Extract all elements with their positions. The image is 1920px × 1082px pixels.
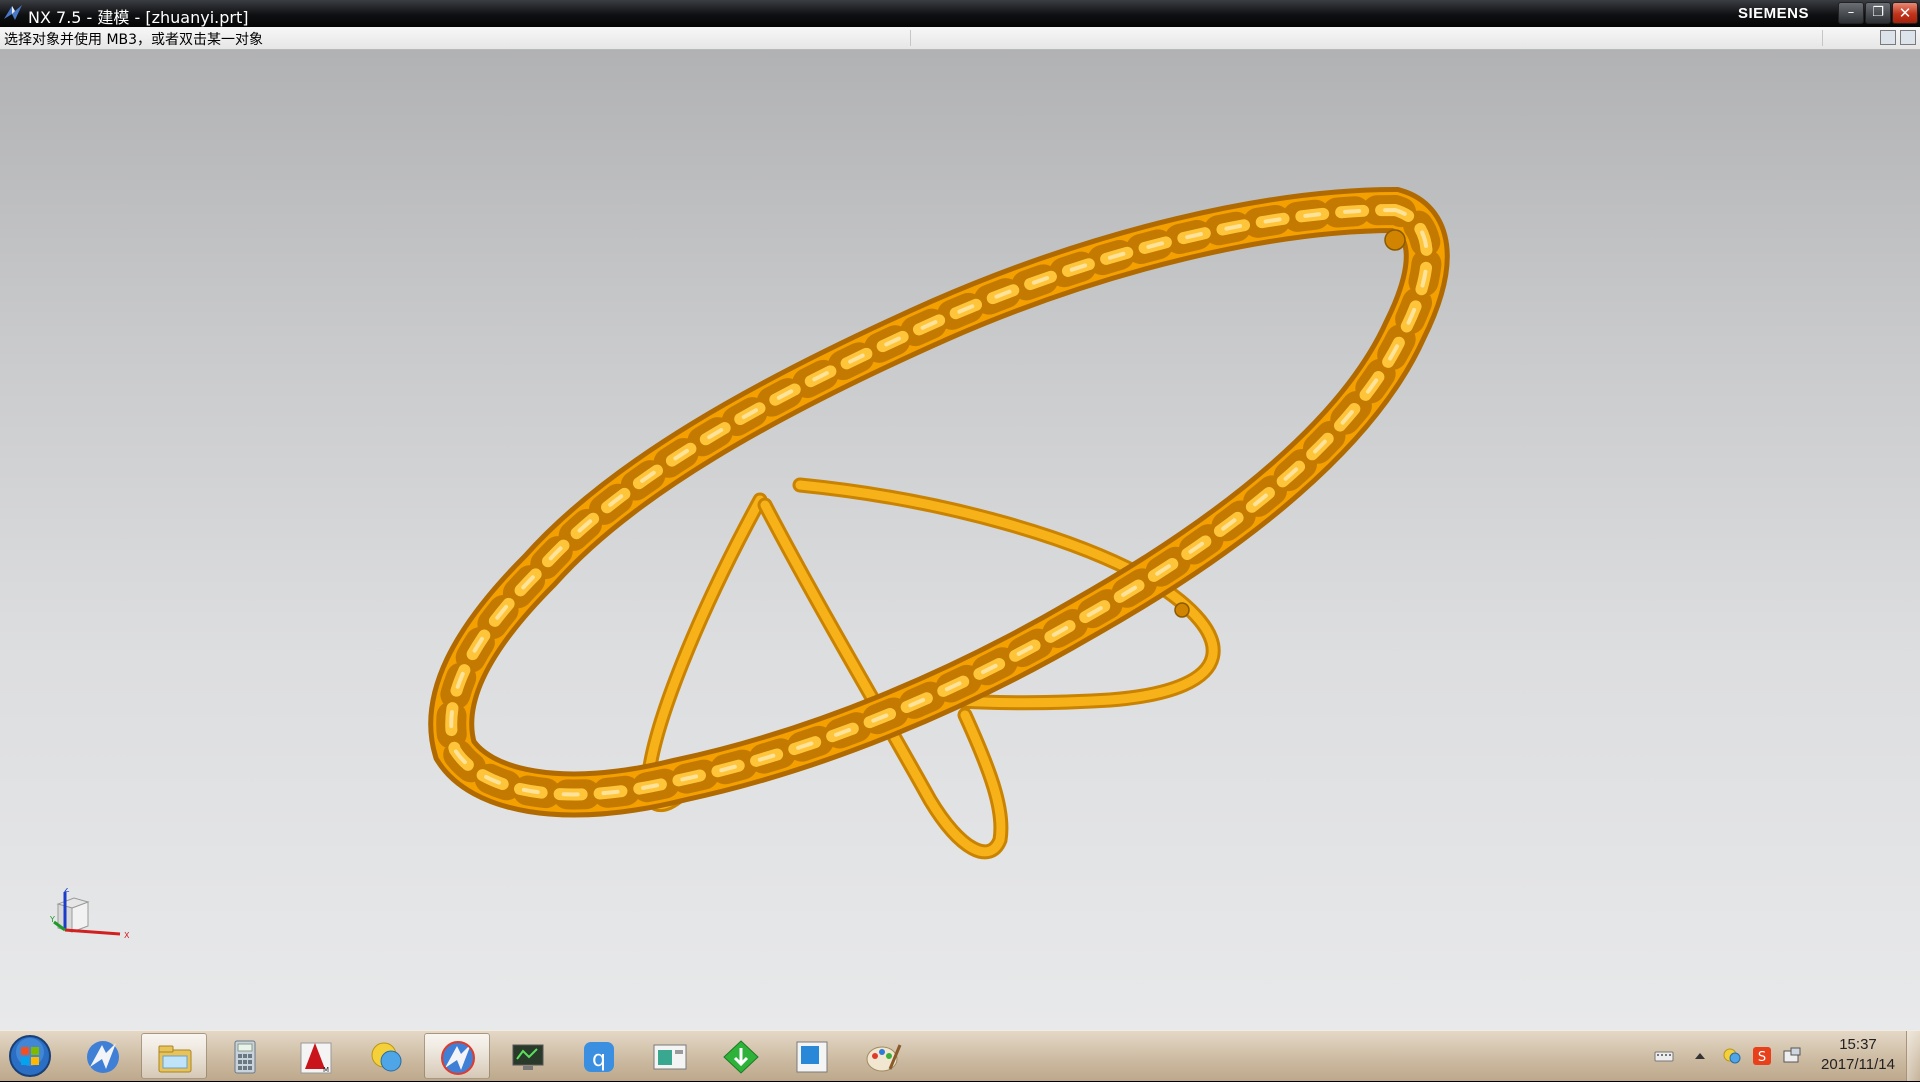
monitor-app-icon (512, 1044, 544, 1070)
svg-text:S: S (1758, 1050, 1766, 1065)
taskbar-window-app-button[interactable] (637, 1033, 703, 1079)
nx-icon (87, 1041, 119, 1073)
show-desktop-button[interactable] (1906, 1031, 1920, 1081)
close-button[interactable]: ✕ (1892, 2, 1918, 24)
window-app-icon (653, 1044, 687, 1070)
start-button[interactable] (8, 1034, 52, 1078)
notification-icon[interactable] (1782, 1046, 1802, 1066)
clock-date: 2017/11/14 (1821, 1056, 1895, 1073)
taskbar-monitor-button[interactable] (495, 1033, 561, 1079)
siemens-logo: SIEMENS (1738, 5, 1810, 22)
restore-button[interactable]: ❐ (1865, 2, 1891, 24)
taskbar-nx-button[interactable] (70, 1033, 136, 1079)
z-axis-label: Z (64, 888, 70, 894)
taskbar-autocad-button[interactable]: M (283, 1033, 349, 1079)
status-bar: 选择对象并使用 MB3，或者双击某一对象 (0, 27, 1920, 50)
status-divider (1822, 30, 1823, 46)
x-axis-label: X (124, 931, 130, 940)
paint-icon (866, 1044, 902, 1072)
taskbar: M q S 15:37 2017/11/14 (0, 1030, 1920, 1081)
taskbar-calculator-button[interactable] (212, 1033, 278, 1079)
calculator-icon (234, 1040, 256, 1074)
status-divider (910, 30, 911, 46)
y-axis-label: Y (50, 915, 55, 924)
tube-end-cap (1174, 602, 1190, 618)
taskbar-blue-window-button[interactable] (779, 1033, 845, 1079)
taskbar-download-button[interactable] (708, 1033, 774, 1079)
taskbar-paint-button[interactable] (850, 1033, 916, 1079)
svg-text:M: M (323, 1066, 329, 1074)
download-icon (723, 1040, 759, 1074)
keyboard-icon[interactable] (1654, 1046, 1674, 1066)
chat-icon (371, 1042, 402, 1072)
show-hidden-icon[interactable] (1690, 1046, 1710, 1066)
clock-time: 15:37 (1839, 1036, 1877, 1053)
inner-tubes (640, 477, 1221, 860)
minimize-button[interactable]: – (1838, 2, 1864, 24)
autocad-icon: M (300, 1042, 332, 1074)
cue-line: 选择对象并使用 MB3，或者双击某一对象 (4, 32, 264, 48)
taskbar-nx-active-button[interactable] (424, 1033, 490, 1079)
fullscreen-icon[interactable] (1900, 30, 1916, 45)
sogou-ime-icon[interactable]: S (1752, 1046, 1772, 1066)
system-clock[interactable]: 15:37 2017/11/14 (1808, 1035, 1908, 1075)
taskbar-explorer-button[interactable] (141, 1033, 207, 1079)
tube-end-cap (1384, 229, 1406, 251)
window-title: NX 7.5 - 建模 - [zhuanyi.prt] (28, 8, 249, 27)
network-icon[interactable] (1722, 1046, 1742, 1066)
svg-text:q: q (592, 1047, 606, 1072)
graphics-viewport[interactable]: Z X Y (0, 50, 1920, 1030)
window-title-bar[interactable]: NX 7.5 - 建模 - [zhuanyi.prt] SIEMENS – ❐ … (0, 0, 1920, 27)
nx-app-icon (2, 3, 24, 23)
coordinate-triad: Z X Y (50, 888, 130, 940)
nx-active-icon (441, 1041, 475, 1075)
file-explorer-icon (158, 1045, 192, 1073)
qq-icon: q (584, 1042, 614, 1072)
twisted-rope-model[interactable] (0, 50, 1920, 1030)
blue-window-icon (796, 1041, 828, 1073)
taskbar-qq-button[interactable]: q (566, 1033, 632, 1079)
taskbar-chat-button[interactable] (354, 1033, 420, 1079)
layout-icon[interactable] (1880, 30, 1896, 45)
